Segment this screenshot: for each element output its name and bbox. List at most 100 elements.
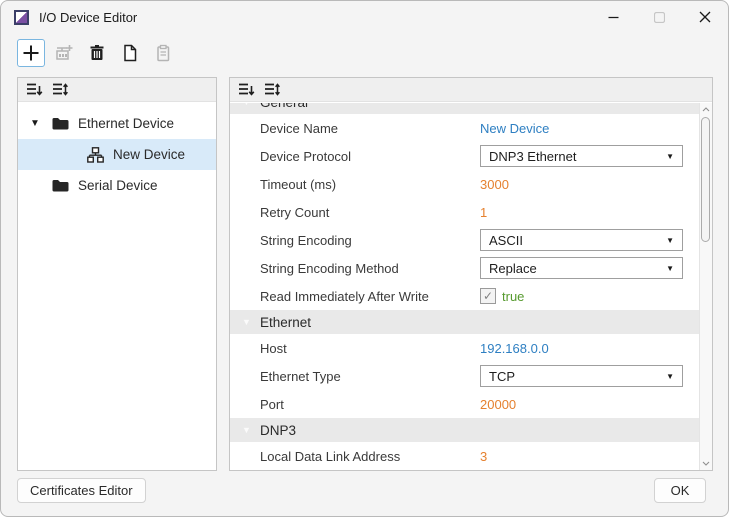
property-row-device-protocol: Device Protocol DNP3 Ethernet ▼: [230, 142, 699, 170]
maximize-icon: [654, 12, 665, 23]
dropdown-value: TCP: [489, 369, 515, 384]
read-immediately-checkbox[interactable]: ✓: [480, 288, 496, 304]
section-header-general[interactable]: ▼ General: [230, 103, 699, 114]
device-protocol-dropdown[interactable]: DNP3 Ethernet ▼: [480, 145, 683, 167]
property-row-retry-count: Retry Count 1: [230, 198, 699, 226]
copy-icon: [121, 44, 139, 62]
section-title: DNP3: [260, 423, 296, 438]
property-label: Local Data Link Address: [260, 449, 480, 464]
io-device-editor-window: I/O Device Editor: [0, 0, 729, 517]
properties-content: ▼ General Device Name New Device Device …: [230, 103, 699, 470]
property-label: Ethernet Type: [260, 369, 480, 384]
scroll-down-icon[interactable]: [700, 457, 712, 470]
property-label: Timeout (ms): [260, 177, 480, 192]
properties-scrollbar[interactable]: [699, 103, 712, 470]
tree-item-label: New Device: [113, 147, 185, 162]
string-encoding-method-dropdown[interactable]: Replace ▼: [480, 257, 683, 279]
property-label: String Encoding Method: [260, 261, 480, 276]
property-row-read-immediately: Read Immediately After Write ✓ true: [230, 282, 699, 310]
property-label: String Encoding: [260, 233, 480, 248]
property-row-timeout: Timeout (ms) 3000: [230, 170, 699, 198]
plus-icon: [22, 44, 40, 62]
properties-viewport: ▼ General Device Name New Device Device …: [230, 103, 699, 470]
dropdown-value: Replace: [489, 261, 537, 276]
trash-icon: [88, 44, 106, 62]
section-title: General: [260, 103, 308, 110]
tree-item-label: Ethernet Device: [78, 116, 174, 131]
scroll-up-icon[interactable]: [700, 103, 712, 116]
tree-item-new-device[interactable]: New Device: [18, 139, 216, 170]
delete-device-button[interactable]: [83, 39, 111, 67]
chevron-down-icon: ▼: [666, 372, 674, 381]
minimize-button[interactable]: [590, 1, 636, 33]
host-value[interactable]: 192.168.0.0: [480, 341, 549, 356]
paste-icon: [154, 44, 172, 62]
close-button[interactable]: [682, 1, 728, 33]
property-label: Device Protocol: [260, 149, 480, 164]
toolbar: [17, 39, 177, 67]
maximize-button[interactable]: [636, 1, 682, 33]
local-data-link-address-value[interactable]: 3: [480, 449, 487, 464]
tree-item-ethernet-device[interactable]: ▼ Ethernet Device: [18, 108, 216, 139]
minimize-icon: [608, 12, 619, 23]
property-label: Host: [260, 341, 480, 356]
certificates-editor-button[interactable]: Certificates Editor: [17, 478, 146, 503]
property-label: Port: [260, 397, 480, 412]
property-row-local-data-link-address: Local Data Link Address 3: [230, 442, 699, 470]
folder-icon: [52, 179, 69, 192]
chevron-down-icon: ▼: [666, 236, 674, 245]
device-tree: ▼ Ethernet Device New Device: [18, 103, 216, 470]
property-row-string-encoding-method: String Encoding Method Replace ▼: [230, 254, 699, 282]
tree-toolbar-strip: [18, 78, 216, 102]
chevron-down-icon: ▼: [666, 264, 674, 273]
properties-toolbar-strip: [230, 78, 712, 102]
property-grid-panel: ▼ General Device Name New Device Device …: [229, 77, 713, 471]
network-device-icon: [87, 147, 104, 163]
tree-item-serial-device[interactable]: Serial Device: [18, 170, 216, 201]
folder-icon: [52, 117, 69, 130]
dropdown-value: ASCII: [489, 233, 523, 248]
property-label: Device Name: [260, 121, 480, 136]
section-header-ethernet[interactable]: ▼ Ethernet: [230, 310, 699, 334]
add-child-device-button[interactable]: [50, 39, 78, 67]
window-controls: [590, 1, 728, 33]
paste-device-button[interactable]: [149, 39, 177, 67]
titlebar: I/O Device Editor: [1, 1, 728, 33]
sort-ascending-descending-icon[interactable]: [52, 82, 69, 97]
device-name-value[interactable]: New Device: [480, 121, 549, 136]
dropdown-value: DNP3 Ethernet: [489, 149, 576, 164]
close-icon: [699, 11, 711, 23]
section-header-dnp3[interactable]: ▼ DNP3: [230, 418, 699, 442]
add-device-button[interactable]: [17, 39, 45, 67]
copy-device-button[interactable]: [116, 39, 144, 67]
add-device-icon: [54, 43, 74, 63]
tree-item-label: Serial Device: [78, 178, 158, 193]
property-label: Retry Count: [260, 205, 480, 220]
chevron-down-icon: ▼: [666, 152, 674, 161]
checkbox-value-label: true: [502, 289, 524, 304]
string-encoding-dropdown[interactable]: ASCII ▼: [480, 229, 683, 251]
ethernet-type-dropdown[interactable]: TCP ▼: [480, 365, 683, 387]
property-row-device-name: Device Name New Device: [230, 114, 699, 142]
section-collapse-icon[interactable]: ▼: [242, 425, 260, 435]
retry-count-value[interactable]: 1: [480, 205, 487, 220]
section-collapse-icon[interactable]: ▼: [242, 103, 260, 107]
property-row-ethernet-type: Ethernet Type TCP ▼: [230, 362, 699, 390]
sort-ascending-descending-icon[interactable]: [264, 82, 281, 97]
section-title: Ethernet: [260, 315, 311, 330]
ok-button[interactable]: OK: [654, 478, 706, 503]
device-tree-panel: ▼ Ethernet Device New Device: [17, 77, 217, 471]
section-collapse-icon[interactable]: ▼: [242, 317, 260, 327]
sort-descending-icon[interactable]: [26, 82, 43, 97]
sort-descending-icon[interactable]: [238, 82, 255, 97]
timeout-value[interactable]: 3000: [480, 177, 509, 192]
property-row-string-encoding: String Encoding ASCII ▼: [230, 226, 699, 254]
port-value[interactable]: 20000: [480, 397, 516, 412]
tree-expander-icon[interactable]: ▼: [30, 118, 52, 129]
property-label: Read Immediately After Write: [260, 289, 480, 304]
check-icon: ✓: [483, 289, 493, 303]
property-row-port: Port 20000: [230, 390, 699, 418]
app-logo-icon: [14, 10, 29, 25]
property-row-host: Host 192.168.0.0: [230, 334, 699, 362]
scrollbar-thumb[interactable]: [701, 117, 710, 242]
